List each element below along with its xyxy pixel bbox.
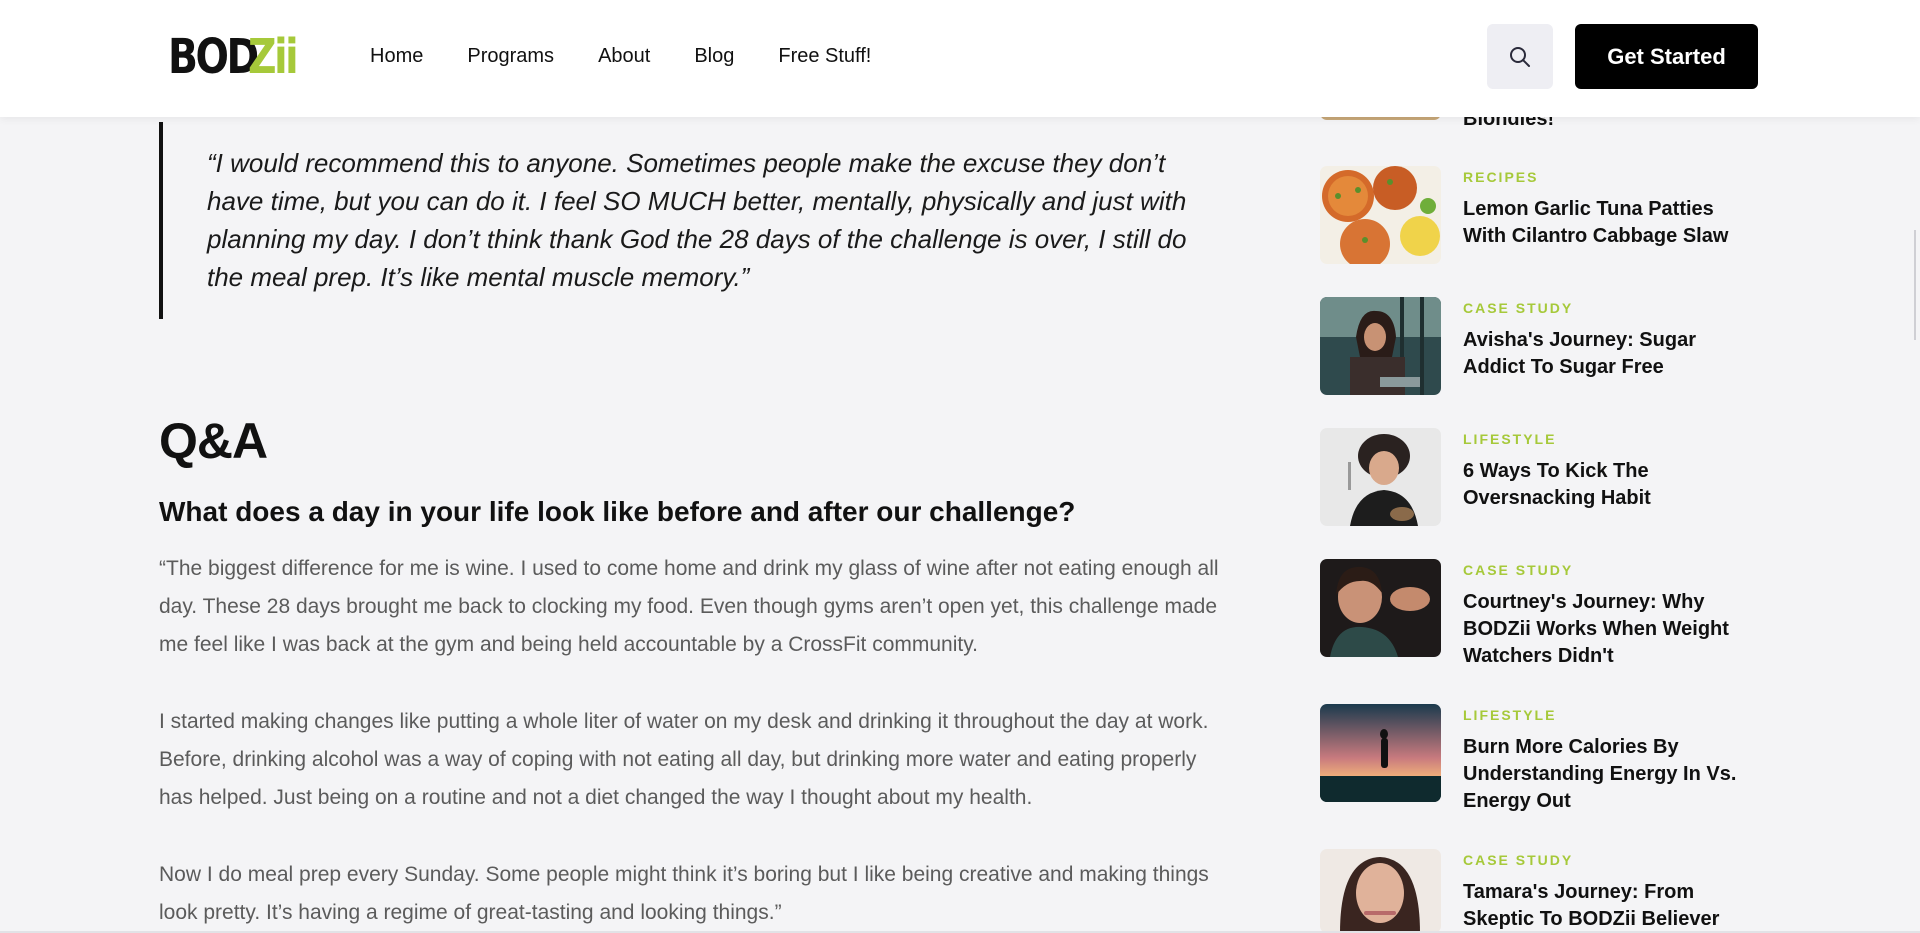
avisha-photo [1320, 297, 1441, 395]
oversnacking-photo [1320, 428, 1441, 526]
tuna-patties-image [1320, 166, 1441, 264]
post-title[interactable]: Tamara's Journey: From Skeptic To BODZii… [1463, 879, 1753, 933]
post-category: CASE STUDY [1463, 852, 1574, 868]
answer-paragraph: I started making changes like putting a … [159, 710, 1209, 809]
post-thumbnail[interactable] [1320, 428, 1441, 526]
tamara-photo [1320, 849, 1441, 933]
post-thumbnail[interactable] [1320, 166, 1441, 264]
quote-text: “I would recommend this to anyone. Somet… [207, 148, 1187, 292]
post-category: RECIPES [1463, 169, 1539, 185]
nav-blog[interactable]: Blog [694, 45, 734, 68]
qa-question: What does a day in your life look like b… [159, 496, 1076, 527]
post-category: LIFESTYLE [1463, 431, 1557, 447]
answer-paragraph: “The biggest difference for me is wine. … [159, 557, 1219, 656]
post-title[interactable]: Burn More Calories By Understanding Ener… [1463, 734, 1753, 815]
site-header: BOD Zii Home Programs About Blog Free Stu… [0, 0, 1920, 117]
post-title[interactable]: Avisha's Journey: Sugar Addict To Sugar … [1463, 327, 1753, 381]
main-nav: Home Programs About Blog Free Stuff! [370, 0, 871, 113]
get-started-button[interactable]: Get Started [1575, 24, 1758, 89]
related-posts-sidebar: Blondies! RECIPES Lemon Garlic Tuna Patt… [1320, 0, 1760, 933]
post-title[interactable]: 6 Ways To Kick The Oversnacking Habit [1463, 458, 1753, 512]
post-category: CASE STUDY [1463, 562, 1574, 578]
answer-body: “The biggest difference for me is wine. … [159, 550, 1219, 933]
post-title[interactable]: Lemon Garlic Tuna Patties With Cilantro … [1463, 196, 1753, 250]
answer-paragraph: Now I do meal prep every Sunday. Some pe… [159, 863, 1209, 924]
post-category: LIFESTYLE [1463, 707, 1557, 723]
testimonial-blockquote: “I would recommend this to anyone. Somet… [159, 122, 1209, 319]
search-button[interactable] [1487, 24, 1553, 89]
post-title[interactable]: Courtney's Journey: Why BODZii Works Whe… [1463, 589, 1753, 670]
sunset-silhouette-image [1320, 704, 1441, 802]
nav-about[interactable]: About [598, 45, 650, 68]
post-thumbnail[interactable] [1320, 297, 1441, 395]
scrollbar[interactable] [1914, 230, 1916, 340]
nav-free-stuff[interactable]: Free Stuff! [778, 45, 871, 68]
nav-home[interactable]: Home [370, 45, 423, 68]
bodzii-logo[interactable]: BOD Zii [168, 28, 299, 86]
post-thumbnail[interactable] [1320, 559, 1441, 657]
search-icon [1510, 46, 1530, 67]
post-thumbnail[interactable] [1320, 849, 1441, 933]
post-thumbnail[interactable] [1320, 704, 1441, 802]
qa-heading: Q&A [159, 413, 268, 469]
nav-programs[interactable]: Programs [467, 45, 554, 68]
courtney-photo [1320, 559, 1441, 657]
post-category: CASE STUDY [1463, 300, 1574, 316]
